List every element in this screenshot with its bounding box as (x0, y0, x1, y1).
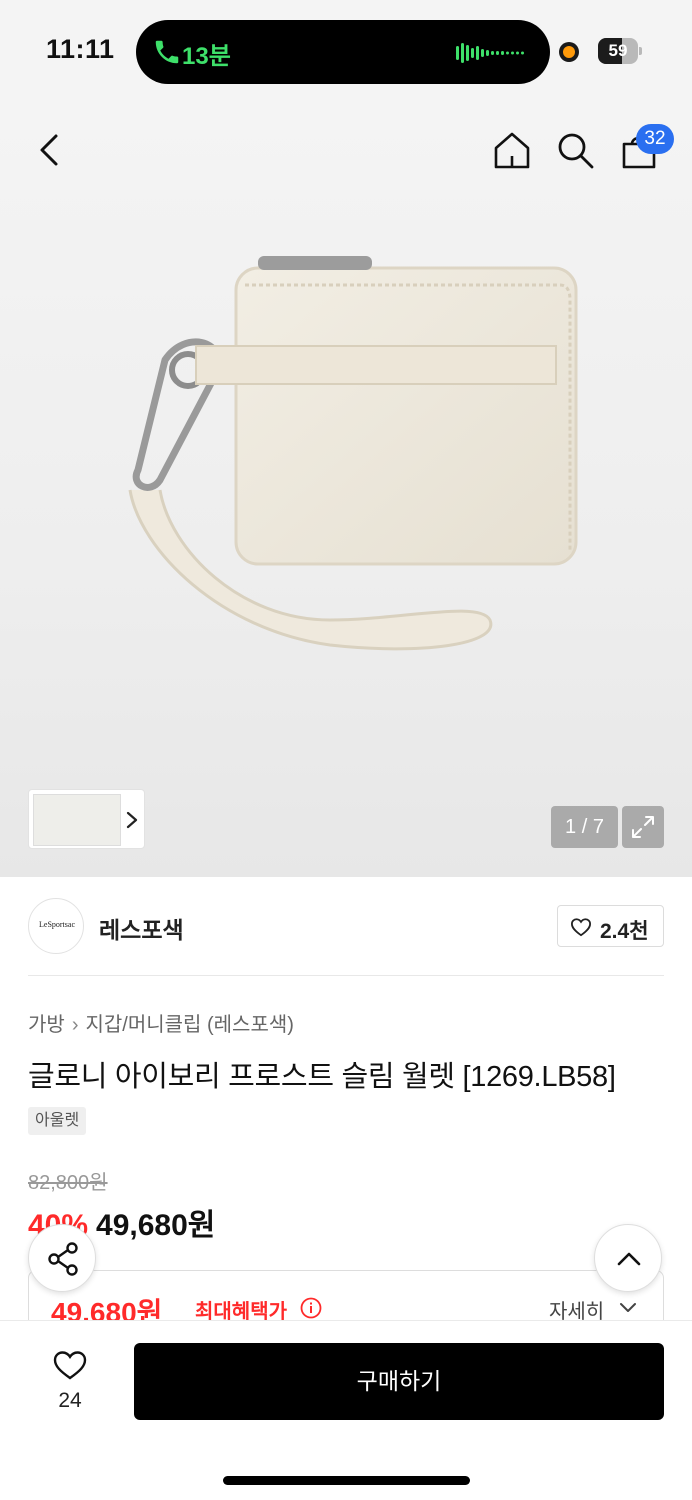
home-icon[interactable] (492, 130, 532, 170)
brand-like-count: 2.4천 (600, 920, 649, 943)
brand-name[interactable]: 레스포색 (99, 911, 184, 945)
phone-icon (155, 40, 179, 64)
chevron-up-icon (617, 1252, 641, 1266)
thumbnail-image[interactable] (33, 794, 121, 846)
call-duration: 13분 (182, 43, 231, 70)
status-time: 11:11 (46, 34, 115, 64)
brand-like-button[interactable]: 2.4천 (557, 905, 664, 947)
share-icon (48, 1242, 78, 1276)
info-icon[interactable] (300, 1297, 322, 1319)
original-price: 82,800원 (28, 1172, 108, 1194)
product-gallery[interactable]: 32 1 / 7 (0, 100, 692, 877)
back-icon[interactable] (32, 130, 68, 170)
privacy-indicator (559, 42, 579, 62)
buy-button[interactable]: 구매하기 (134, 1343, 664, 1420)
brand-logo-text: LeSportsac (39, 920, 75, 929)
image-counter: 1 / 7 (551, 806, 618, 848)
cart-count-badge: 32 (636, 124, 674, 154)
battery-level: 59 (608, 41, 628, 60)
scroll-top-button[interactable] (594, 1224, 662, 1292)
audio-wave-icon (456, 43, 524, 63)
expand-icon (632, 816, 654, 838)
product-title: 글로니 아이보리 프로스트 슬림 월렛 [1269.LB58] (28, 1061, 616, 1093)
home-indicator[interactable] (223, 1476, 470, 1485)
chevron-down-icon[interactable] (619, 1301, 637, 1315)
search-icon[interactable] (555, 130, 595, 170)
breadcrumb: 가방 › 지갑/머니클립 (레스포색) (28, 1008, 294, 1037)
outlet-tag: 아울렛 (28, 1107, 87, 1135)
breadcrumb-subcategory[interactable]: 지갑/머니클립 (레스포색) (85, 1014, 293, 1036)
heart-icon (570, 918, 592, 937)
heart-icon (53, 1351, 87, 1380)
dynamic-island[interactable]: 13분 (136, 20, 550, 84)
share-button[interactable] (28, 1224, 96, 1292)
brand-logo[interactable]: LeSportsac (28, 898, 84, 954)
product-image[interactable] (100, 250, 600, 670)
fullscreen-button[interactable] (622, 806, 664, 848)
chevron-right-icon[interactable] (125, 808, 139, 832)
thumbnail-strip[interactable] (28, 789, 145, 849)
brand-row: LeSportsac 레스포색 2.4천 (28, 898, 664, 976)
sale-price: 49,680원 (96, 1209, 216, 1242)
wishlist-button[interactable]: 24 (40, 1345, 100, 1415)
battery-icon: 59 (598, 38, 642, 64)
breadcrumb-separator-icon: › (71, 1014, 79, 1036)
status-bar: 11:11 13분 59 (0, 0, 692, 100)
wishlist-count: 24 (58, 1389, 82, 1412)
bottom-action-bar: 24 구매하기 (0, 1320, 692, 1500)
breadcrumb-category[interactable]: 가방 (28, 1014, 65, 1036)
